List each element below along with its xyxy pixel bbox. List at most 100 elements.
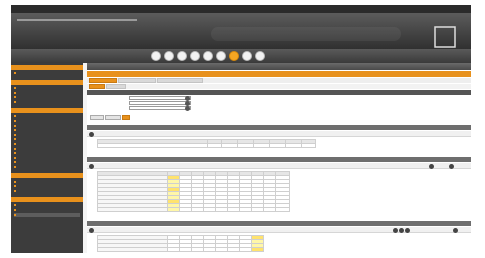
section2-cell <box>251 207 264 212</box>
print-icon[interactable] <box>216 51 226 61</box>
brand-graphic <box>17 19 137 21</box>
sidebar-item-1-2[interactable] <box>14 96 80 100</box>
window-titlebar <box>11 5 471 13</box>
document-icon[interactable] <box>177 51 187 61</box>
section2-nav-icon[interactable] <box>89 163 94 169</box>
sidebar-item-2-2[interactable] <box>14 124 80 128</box>
sidebar-item-2-5[interactable] <box>14 138 80 142</box>
section2-next-icon[interactable] <box>449 163 454 169</box>
sidebar-item-3-1[interactable] <box>14 185 80 189</box>
section1-nav-icon[interactable] <box>89 131 94 137</box>
section3-first-icon[interactable] <box>393 227 398 233</box>
sidebar-item-1-3[interactable] <box>14 100 80 104</box>
section2-cell <box>215 207 228 212</box>
section2-table <box>97 171 290 212</box>
sidebar-item-2-10[interactable] <box>14 161 80 165</box>
section3-last-icon[interactable] <box>453 227 458 233</box>
section3-nav-icon[interactable] <box>89 227 94 233</box>
field-input-2[interactable] <box>129 101 191 105</box>
tab-general[interactable] <box>89 78 117 83</box>
field-input-3[interactable] <box>129 106 191 110</box>
chart-icon[interactable] <box>203 51 213 61</box>
home-icon[interactable] <box>151 51 161 61</box>
sidebar-item-3-0[interactable] <box>14 180 80 184</box>
sidebar-section-3-title[interactable] <box>11 173 83 179</box>
sidebar-item-2-9[interactable] <box>14 156 80 160</box>
sidebar-item-2-1[interactable] <box>14 119 80 124</box>
sidebar-bullet-icon <box>14 189 16 192</box>
section3-cell <box>167 247 180 252</box>
sidebar-item-2-3[interactable] <box>14 129 80 133</box>
sidebar-bullet-icon <box>14 165 16 168</box>
sidebar-item-4-2[interactable] <box>14 213 80 218</box>
section1-cell <box>301 143 316 148</box>
sidebar-bullet-icon <box>14 180 16 183</box>
sidebar-item-4-1[interactable] <box>14 208 80 213</box>
section2-cell <box>275 207 290 212</box>
tab-second[interactable] <box>118 78 156 83</box>
main-header <box>87 63 471 70</box>
section1-cell <box>253 143 270 148</box>
action-button-2[interactable] <box>105 115 121 120</box>
action-button-3[interactable] <box>122 115 130 120</box>
sidebar-item-2-7[interactable] <box>14 147 80 151</box>
tab-third[interactable] <box>157 78 203 83</box>
field-input-1[interactable] <box>129 96 191 100</box>
section3-next-icon[interactable] <box>405 227 410 233</box>
sidebar-item-2-11[interactable] <box>14 165 80 170</box>
settings-icon[interactable] <box>242 51 252 61</box>
subtab-first[interactable] <box>89 84 105 89</box>
sidebar-item-1-1[interactable] <box>14 91 80 95</box>
sidebar-bullet-icon <box>14 152 16 155</box>
subtab-row <box>87 84 471 89</box>
section2-row <box>97 207 290 212</box>
sidebar-item-3-2[interactable] <box>14 189 80 193</box>
action-button-1[interactable] <box>90 115 104 120</box>
section2-cell <box>203 207 216 212</box>
sidebar-item-0-0[interactable] <box>14 72 80 76</box>
sidebar-bullet-icon <box>14 91 16 94</box>
sidebar-item-2-6[interactable] <box>14 142 80 147</box>
folder-icon[interactable] <box>164 51 174 61</box>
header-decoration <box>211 27 401 41</box>
grid-icon[interactable] <box>190 51 200 61</box>
section2-cell <box>179 207 192 212</box>
field-3-lookup-icon[interactable] <box>185 105 190 111</box>
sidebar-item-2-0[interactable] <box>14 115 80 119</box>
sidebar-bullet-icon <box>14 142 16 145</box>
sidebar-bullet-icon <box>14 119 16 122</box>
section2-cell <box>263 207 276 212</box>
sidebar-bullet-icon <box>14 100 16 103</box>
section2-cell <box>227 207 240 212</box>
section2-prev-icon[interactable] <box>429 163 434 169</box>
sidebar-section-2-title[interactable] <box>11 108 83 113</box>
section3-cell <box>227 247 240 252</box>
section3-cell <box>191 247 204 252</box>
field-1-lookup-icon[interactable] <box>185 95 190 101</box>
field-2-lookup-icon[interactable] <box>185 100 190 106</box>
sidebar-item-2-4[interactable] <box>14 133 80 137</box>
sidebar-section-1-title[interactable] <box>11 79 83 85</box>
subtab-second[interactable] <box>106 84 126 89</box>
sidebar-section-0-title[interactable] <box>11 65 83 70</box>
sidebar-item-2-8[interactable] <box>14 152 80 156</box>
section3-row <box>97 247 264 252</box>
sidebar-bullet-icon <box>14 156 16 159</box>
sidebar-section-4-title[interactable] <box>11 197 83 202</box>
sidebar-bullet-icon <box>14 115 16 118</box>
section3-prev-icon[interactable] <box>399 227 404 233</box>
section2-pager <box>87 163 471 169</box>
brand-header <box>11 13 471 49</box>
sidebar-item-4-0[interactable] <box>14 204 80 208</box>
section2-cell <box>167 207 180 212</box>
tab-row <box>87 78 471 83</box>
section1-cell <box>97 143 208 148</box>
section2-cell <box>97 207 168 212</box>
sidebar-item-1-0[interactable] <box>14 86 80 91</box>
person-icon[interactable] <box>229 51 239 61</box>
section1-table <box>97 139 316 148</box>
sidebar-bullet-icon <box>14 147 16 150</box>
section1-cell <box>285 143 302 148</box>
sidebar-bullet-icon <box>14 213 16 216</box>
help-icon[interactable] <box>255 51 265 61</box>
